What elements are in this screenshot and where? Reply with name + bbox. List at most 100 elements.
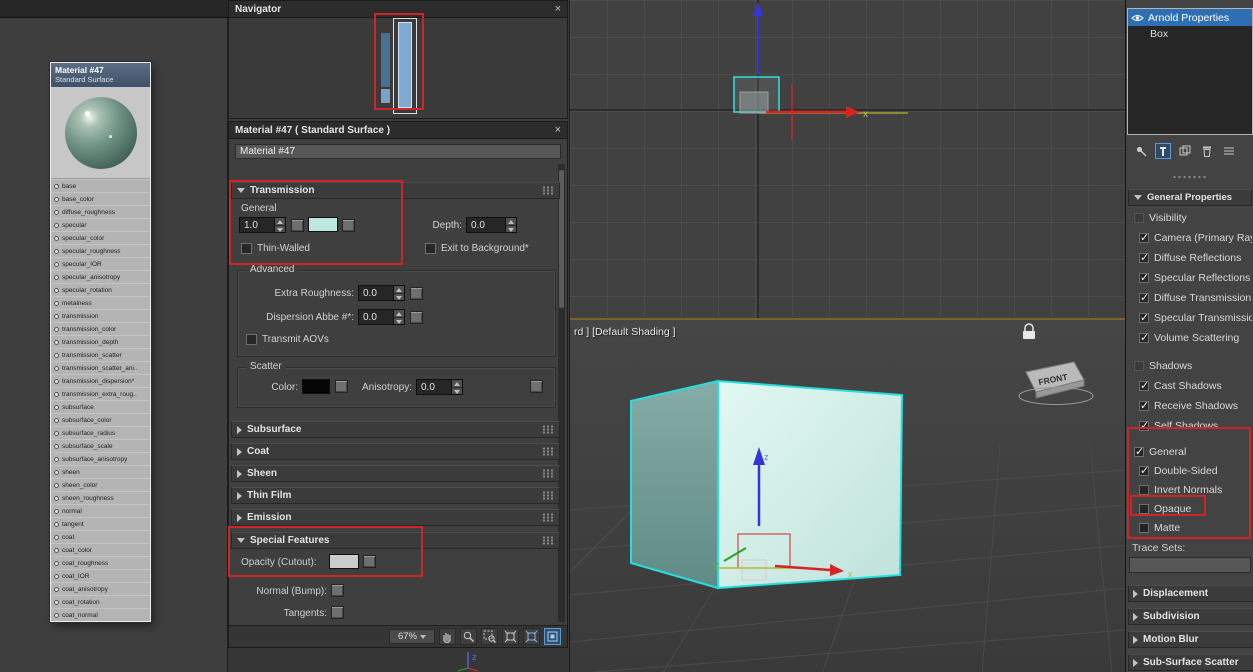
checkbox-row[interactable]: Specular Transmission <box>1134 308 1252 328</box>
slot-socket-icon[interactable] <box>54 300 59 306</box>
spin-down-icon[interactable] <box>275 225 285 232</box>
spinner-arrows[interactable] <box>394 309 405 325</box>
material-slot[interactable]: base_color <box>51 192 150 205</box>
exit-background-checkbox-row[interactable]: Exit to Background* <box>425 243 529 254</box>
grip-icon[interactable] <box>542 447 554 456</box>
slot-socket-icon[interactable] <box>54 612 59 618</box>
spin-down-icon[interactable] <box>394 317 404 324</box>
material-preview[interactable] <box>51 87 150 179</box>
zoom-extents-selected-icon[interactable] <box>523 628 540 645</box>
rollout-collapsed[interactable]: Subsurface <box>231 421 560 438</box>
slot-socket-icon[interactable] <box>54 313 59 319</box>
checkbox-row[interactable]: Opaque <box>1134 499 1252 518</box>
material-node-title[interactable]: Material #47 Standard Surface <box>51 63 150 87</box>
dispersion-spinner[interactable]: 0.0 <box>358 309 405 325</box>
material-slot[interactable]: coat <box>51 530 150 543</box>
checkbox[interactable] <box>1139 484 1149 495</box>
material-slot[interactable]: sheen_roughness <box>51 491 150 504</box>
transmission-color-swatch[interactable] <box>308 217 338 232</box>
material-slot[interactable]: coat_anisotropy <box>51 582 150 595</box>
visibility-checkbox[interactable] <box>1134 213 1144 223</box>
scrollbar[interactable] <box>558 164 565 622</box>
checkbox[interactable] <box>1139 271 1149 284</box>
checkbox[interactable] <box>1139 379 1149 392</box>
material-slot[interactable]: tangent <box>51 517 150 530</box>
pin-stack-icon[interactable] <box>1133 143 1149 159</box>
make-unique-icon[interactable] <box>1177 143 1193 159</box>
spinner-value[interactable]: 0.0 <box>358 309 394 325</box>
slot-socket-icon[interactable] <box>54 378 59 384</box>
navigator-titlebar[interactable]: Navigator × <box>229 1 567 18</box>
material-slot[interactable]: specular_roughness <box>51 244 150 257</box>
slot-socket-icon[interactable] <box>54 404 59 410</box>
slot-socket-icon[interactable] <box>54 261 59 267</box>
slot-socket-icon[interactable] <box>54 599 59 605</box>
slot-socket-icon[interactable] <box>54 534 59 540</box>
slot-socket-icon[interactable] <box>54 586 59 592</box>
material-name-field[interactable]: Material #47 <box>235 144 561 159</box>
spin-up-icon[interactable] <box>394 286 404 294</box>
zoom-region-icon[interactable] <box>481 628 498 645</box>
spin-down-icon[interactable] <box>506 225 516 232</box>
thin-walled-checkbox-row[interactable]: Thin-Walled <box>241 243 310 254</box>
spinner-arrows[interactable] <box>275 217 286 233</box>
slot-socket-icon[interactable] <box>54 248 59 254</box>
material-slot[interactable]: specular_rotation <box>51 283 150 296</box>
checkbox[interactable] <box>1139 419 1149 432</box>
eye-icon[interactable] <box>1131 13 1144 23</box>
material-slot[interactable]: subsurface_radius <box>51 426 150 439</box>
checkbox-row[interactable]: Double-Sided <box>1134 461 1252 480</box>
depth-spinner[interactable]: 0.0 <box>466 217 517 233</box>
material-slot[interactable]: transmission_scatter_ani.. <box>51 361 150 374</box>
viewport-perspective[interactable]: rd ] [Default Shading ] y z x FRONT <box>570 318 1126 672</box>
scatter-color-swatch[interactable] <box>302 379 330 394</box>
slot-socket-icon[interactable] <box>54 183 59 189</box>
box-object[interactable] <box>630 379 904 590</box>
spinner-arrows[interactable] <box>452 379 463 395</box>
rollout-collapsed[interactable]: Emission <box>231 509 560 526</box>
rollout-transmission[interactable]: Transmission <box>231 182 560 199</box>
opacity-cutout-map-button[interactable] <box>363 555 376 568</box>
material-slot[interactable]: normal <box>51 504 150 517</box>
zoom-dropdown[interactable]: 67% <box>389 629 435 644</box>
checkbox-row[interactable]: Specular Reflections <box>1134 268 1252 288</box>
transmission-weight-spinner[interactable]: 1.0 <box>239 217 286 233</box>
material-slot[interactable]: coat_color <box>51 543 150 556</box>
slot-socket-icon[interactable] <box>54 547 59 553</box>
stack-row-box[interactable]: Box <box>1128 26 1252 42</box>
spin-up-icon[interactable] <box>452 380 462 388</box>
slot-socket-icon[interactable] <box>54 521 59 527</box>
spinner-value[interactable]: 1.0 <box>239 217 275 233</box>
grip-icon[interactable] <box>542 513 554 522</box>
spin-up-icon[interactable] <box>506 218 516 226</box>
spinner-value[interactable]: 0.0 <box>358 285 394 301</box>
slot-socket-icon[interactable] <box>54 573 59 579</box>
material-slot[interactable]: metalness <box>51 296 150 309</box>
checkbox[interactable] <box>1139 231 1149 244</box>
grip-icon[interactable] <box>542 469 554 478</box>
transmit-aovs-checkbox[interactable] <box>246 334 257 345</box>
material-panel-titlebar[interactable]: Material #47 ( Standard Surface ) × <box>229 122 567 139</box>
transmission-weight-map-button[interactable] <box>291 219 304 232</box>
slot-socket-icon[interactable] <box>54 222 59 228</box>
anisotropy-map-button[interactable] <box>530 380 543 393</box>
slot-socket-icon[interactable] <box>54 287 59 293</box>
slot-socket-icon[interactable] <box>54 560 59 566</box>
material-slot[interactable]: base <box>51 179 150 192</box>
slot-socket-icon[interactable] <box>54 417 59 423</box>
checkbox-row[interactable]: Self Shadows <box>1134 416 1252 436</box>
checkbox[interactable] <box>1139 311 1149 324</box>
visibility-group-row[interactable]: Visibility <box>1134 208 1252 228</box>
material-slot[interactable]: specular_IOR <box>51 257 150 270</box>
trace-sets-input[interactable] <box>1129 557 1251 573</box>
material-slot[interactable]: coat_rotation <box>51 595 150 608</box>
material-slot[interactable]: subsurface <box>51 400 150 413</box>
checkbox-row[interactable]: Diffuse Reflections <box>1134 248 1252 268</box>
stack-row-arnold-properties[interactable]: Arnold Properties <box>1128 9 1252 26</box>
pan-hand-icon[interactable] <box>439 628 456 645</box>
thin-walled-checkbox[interactable] <box>241 243 252 254</box>
material-slot[interactable]: transmission_depth <box>51 335 150 348</box>
spin-up-icon[interactable] <box>275 218 285 226</box>
opacity-cutout-swatch[interactable] <box>329 554 359 569</box>
transmission-color-map-button[interactable] <box>342 219 355 232</box>
